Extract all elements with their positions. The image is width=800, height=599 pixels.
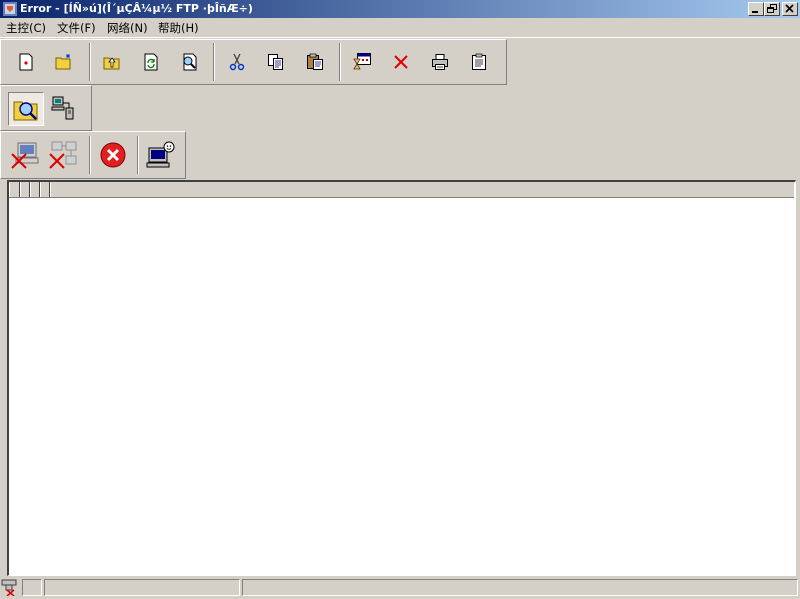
- menu-control[interactable]: 主控(C): [6, 20, 46, 36]
- title-bar: Error - [ÍÑ»ú](Î´µÇÂ¼µ½ FTP ·þÎñÆ÷): [0, 0, 800, 18]
- main-toolbar: [0, 39, 507, 85]
- status-pane: [22, 579, 42, 596]
- toolbar-separator: [213, 43, 215, 81]
- disconnect-computer-icon: [11, 142, 39, 169]
- offline-status-icon: [1, 578, 19, 597]
- folder-up-icon: [103, 57, 120, 70]
- file-list[interactable]: [7, 180, 796, 576]
- connection-toolbar: [0, 131, 186, 179]
- explore-folder-icon: [13, 101, 38, 121]
- toolbar-separator: [89, 136, 91, 174]
- column-header[interactable]: [40, 182, 50, 197]
- folder-up-button[interactable]: [97, 47, 127, 77]
- window-title: Error - [ÍÑ»ú](Î´µÇÂ¼µ½ FTP ·þÎñÆ÷): [20, 2, 253, 15]
- menu-bar: 主控(C) 文件(F) 网络(N) 帮助(H): [0, 18, 800, 38]
- network-tree-icon: [51, 96, 74, 120]
- column-header[interactable]: [9, 182, 20, 197]
- refresh-button[interactable]: [136, 47, 166, 77]
- network-tree-button[interactable]: [49, 92, 85, 126]
- menu-network[interactable]: 网络(N): [107, 20, 148, 36]
- stop-button[interactable]: [95, 137, 131, 173]
- column-header[interactable]: [20, 182, 30, 197]
- minimize-icon: [752, 11, 758, 13]
- menu-help[interactable]: 帮助(H): [158, 20, 199, 36]
- stop-icon: [100, 142, 126, 168]
- column-header[interactable]: [30, 182, 40, 197]
- new-file-button[interactable]: [11, 47, 41, 77]
- close-button[interactable]: [782, 2, 798, 16]
- app-icon[interactable]: [2, 1, 18, 17]
- properties-button[interactable]: [464, 47, 494, 77]
- toolbar-separator: [339, 43, 341, 81]
- close-icon: [785, 4, 794, 13]
- paste-button[interactable]: [300, 47, 330, 77]
- find-icon: [183, 53, 197, 71]
- paste-icon: [307, 53, 323, 70]
- print-icon: [432, 54, 448, 70]
- schedule-button[interactable]: [347, 47, 377, 77]
- new-folder-button[interactable]: [49, 47, 79, 77]
- list-header: [9, 182, 794, 198]
- schedule-icon: [353, 53, 371, 70]
- disconnect-network-button[interactable]: [45, 137, 81, 173]
- print-button[interactable]: [425, 47, 455, 77]
- toolbar-separator: [89, 43, 91, 81]
- properties-icon: [472, 53, 486, 70]
- delete-button[interactable]: [386, 47, 416, 77]
- delete-icon: [394, 55, 408, 69]
- remote-user-icon: [146, 141, 175, 168]
- status-pane: [242, 579, 798, 596]
- status-pane: [44, 579, 240, 596]
- menu-file[interactable]: 文件(F): [57, 20, 96, 36]
- disconnect-network-icon: [49, 141, 77, 169]
- new-file-icon: [19, 53, 33, 71]
- explore-folder-button[interactable]: [8, 92, 44, 126]
- status-bar: [0, 577, 800, 598]
- disconnect-computer-button[interactable]: [7, 137, 43, 173]
- view-toolbar: [0, 85, 92, 131]
- restore-button[interactable]: [764, 2, 780, 16]
- toolbar-separator: [137, 136, 139, 174]
- cut-button[interactable]: [222, 47, 252, 77]
- find-button[interactable]: [174, 47, 204, 77]
- new-folder-icon: [55, 54, 71, 70]
- column-header-filler: [50, 182, 794, 197]
- copy-button[interactable]: [261, 47, 291, 77]
- remote-user-button[interactable]: [143, 137, 179, 173]
- restore-icon: [767, 4, 777, 13]
- cut-icon: [229, 53, 245, 71]
- copy-icon: [268, 54, 283, 70]
- minimize-button[interactable]: [748, 2, 764, 16]
- refresh-icon: [144, 53, 158, 71]
